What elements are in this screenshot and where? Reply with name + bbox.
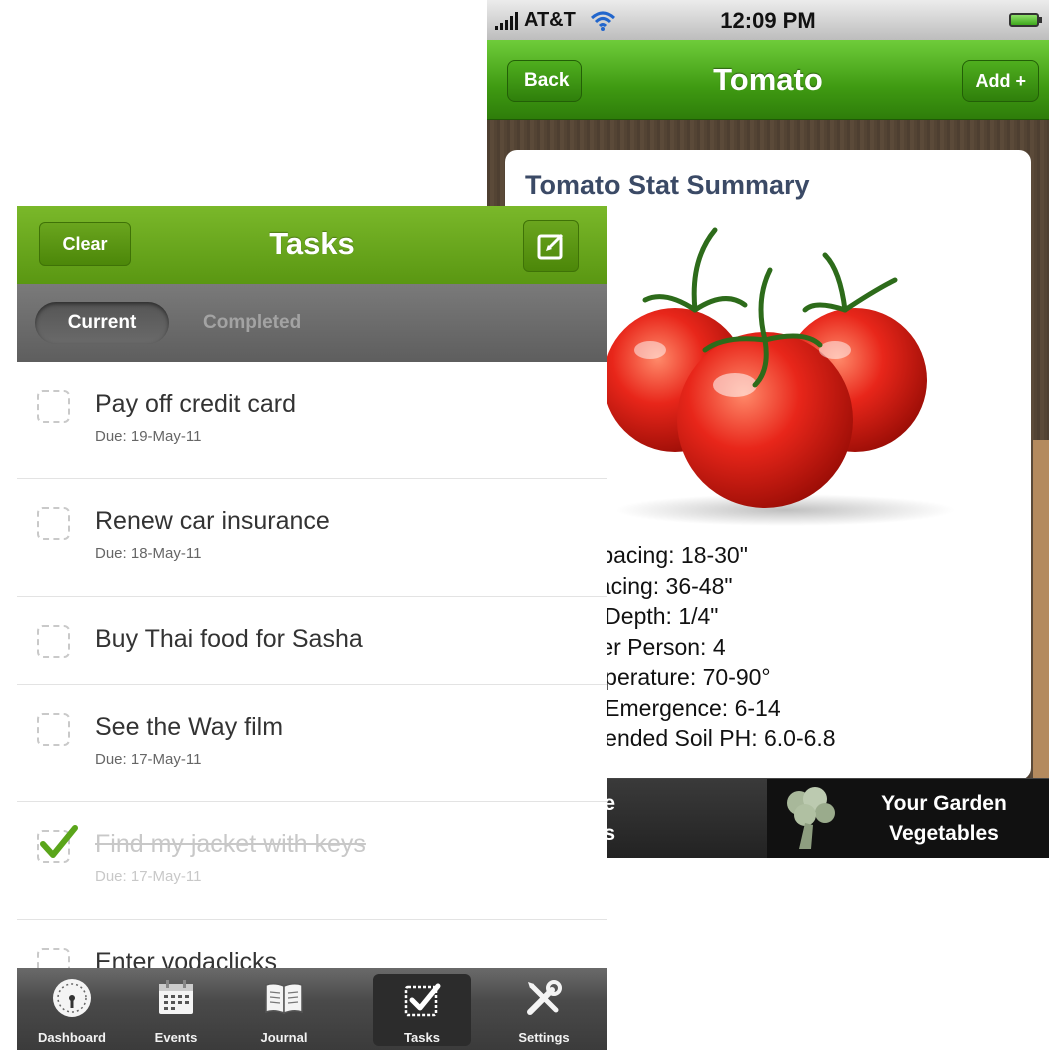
- tab-label: Your Garden: [881, 792, 1007, 815]
- tab-label: Tasks: [404, 1030, 440, 1045]
- checkmark-icon: [40, 825, 78, 858]
- stat-line: Spacing: 18-30": [585, 542, 748, 568]
- segment-completed[interactable]: Completed: [187, 302, 317, 344]
- tab-your-garden-vegetables[interactable]: Your Garden Vegetables: [769, 779, 1049, 858]
- task-title: See the Way film: [95, 713, 284, 741]
- book-icon: [265, 982, 303, 1015]
- tab-label: Events: [154, 1030, 198, 1045]
- broccoli-icon: [787, 787, 835, 849]
- status-time: 12:09 PM: [720, 8, 816, 33]
- compose-icon: [537, 233, 564, 260]
- stat-line: mended Soil PH: 6.0-6.8: [585, 725, 836, 751]
- stat-list: Spacing: 18-30" pacing: 36-48" g Depth: …: [585, 540, 836, 754]
- back-label: Back: [524, 70, 570, 91]
- tab-tasks[interactable]: Tasks: [373, 974, 471, 1046]
- tab-dashboard[interactable]: Dashboard: [23, 968, 121, 1050]
- task-row[interactable]: See the Way film Due: 17-May-11: [17, 685, 607, 802]
- tab-settings[interactable]: Settings: [495, 968, 593, 1050]
- garden-navbar: Back Tomato Add +: [487, 40, 1049, 120]
- dashboard-gauge-icon: [53, 979, 91, 1017]
- tab-label: Dashboard: [38, 1030, 106, 1045]
- add-button[interactable]: Add +: [962, 60, 1039, 102]
- task-checkbox[interactable]: [37, 625, 70, 658]
- task-title: Buy Thai food for Sasha: [95, 625, 363, 653]
- tasks-tab-bar: Dashboard Events Journal Tasks Settings: [17, 968, 607, 1050]
- segment-current[interactable]: Current: [35, 302, 169, 344]
- tab-label: Journal: [260, 1030, 308, 1045]
- task-row-completed[interactable]: Find my jacket with keys Due: 17-May-11: [17, 802, 607, 920]
- task-list: Pay off credit card Due: 19-May-11 Renew…: [17, 362, 607, 1000]
- tab-label: Settings: [518, 1030, 570, 1045]
- tasks-app-screen: Clear Tasks Current Completed Pay off cr…: [17, 206, 607, 1050]
- task-checkbox[interactable]: [37, 390, 70, 423]
- task-due-date: Due: 17-May-11: [95, 868, 202, 885]
- stat-line: pacing: 36-48": [585, 572, 733, 599]
- scroll-edge: [1033, 440, 1049, 780]
- task-due-date: Due: 19-May-11: [95, 428, 202, 445]
- calendar-icon: [159, 980, 193, 1014]
- task-row[interactable]: Renew car insurance Due: 18-May-11: [17, 479, 607, 597]
- task-checkbox[interactable]: [37, 713, 70, 746]
- stat-line: o Emergence: 6-14: [585, 694, 781, 721]
- task-title: Renew car insurance: [95, 507, 330, 535]
- status-bar: AT&T 12:09 PM: [487, 0, 1049, 40]
- tasks-navbar: Clear Tasks: [17, 206, 607, 284]
- task-due-date: Due: 17-May-11: [95, 751, 202, 768]
- card-title: Tomato Stat Summary: [525, 170, 810, 200]
- battery-icon: [1009, 13, 1042, 27]
- task-row[interactable]: Pay off credit card Due: 19-May-11: [17, 362, 607, 479]
- tomato-image: [603, 227, 955, 526]
- page-title: Tasks: [269, 226, 355, 261]
- task-row[interactable]: Buy Thai food for Sasha: [17, 597, 607, 685]
- checkbox-icon: [404, 983, 441, 1017]
- stat-line: mperature: 70-90°: [585, 664, 771, 690]
- tools-icon: [527, 980, 562, 1015]
- task-due-date: Due: 18-May-11: [95, 545, 202, 562]
- stat-line: g Depth: 1/4": [585, 603, 719, 629]
- tab-events[interactable]: Events: [127, 968, 225, 1050]
- task-checkbox[interactable]: [37, 507, 70, 540]
- tab-journal[interactable]: Journal: [235, 968, 333, 1050]
- task-title: Pay off credit card: [95, 390, 297, 418]
- task-title: Find my jacket with keys: [95, 830, 366, 858]
- stat-line: Per Person: 4: [585, 633, 726, 660]
- compose-button[interactable]: [523, 220, 579, 272]
- segment-control: Current Completed: [17, 284, 607, 362]
- tab-label: Vegetables: [889, 822, 999, 845]
